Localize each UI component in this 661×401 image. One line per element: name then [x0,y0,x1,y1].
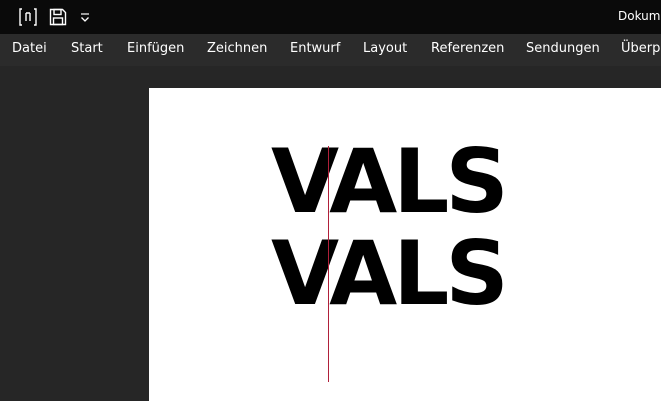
ribbon-tab-bar: Datei Start Einfügen Zeichnen Entwurf La… [0,34,661,66]
tab-zeichnen[interactable]: Zeichnen [207,41,267,56]
tab-ueberpruefen[interactable]: Überpr [621,41,661,56]
tab-einfuegen[interactable]: Einfügen [127,41,184,56]
tab-layout[interactable]: Layout [363,41,407,56]
window-title: Dokume [618,9,661,23]
customize-toolbar-icon[interactable] [78,10,92,29]
tab-entwurf[interactable]: Entwurf [290,41,340,56]
save-icon[interactable] [48,7,68,31]
tab-sendungen[interactable]: Sendungen [526,41,600,56]
document-page[interactable]: VALS VALS [149,88,661,401]
text-cursor-guide [328,146,329,382]
document-text-line-1[interactable]: VALS [271,138,509,226]
tab-start[interactable]: Start [71,41,103,56]
title-bar: Dokume [0,0,661,34]
tab-datei[interactable]: Datei [12,41,47,56]
tab-referenzen[interactable]: Referenzen [431,41,504,56]
autosave-icon[interactable] [18,7,38,31]
document-text-line-2[interactable]: VALS [271,230,509,318]
